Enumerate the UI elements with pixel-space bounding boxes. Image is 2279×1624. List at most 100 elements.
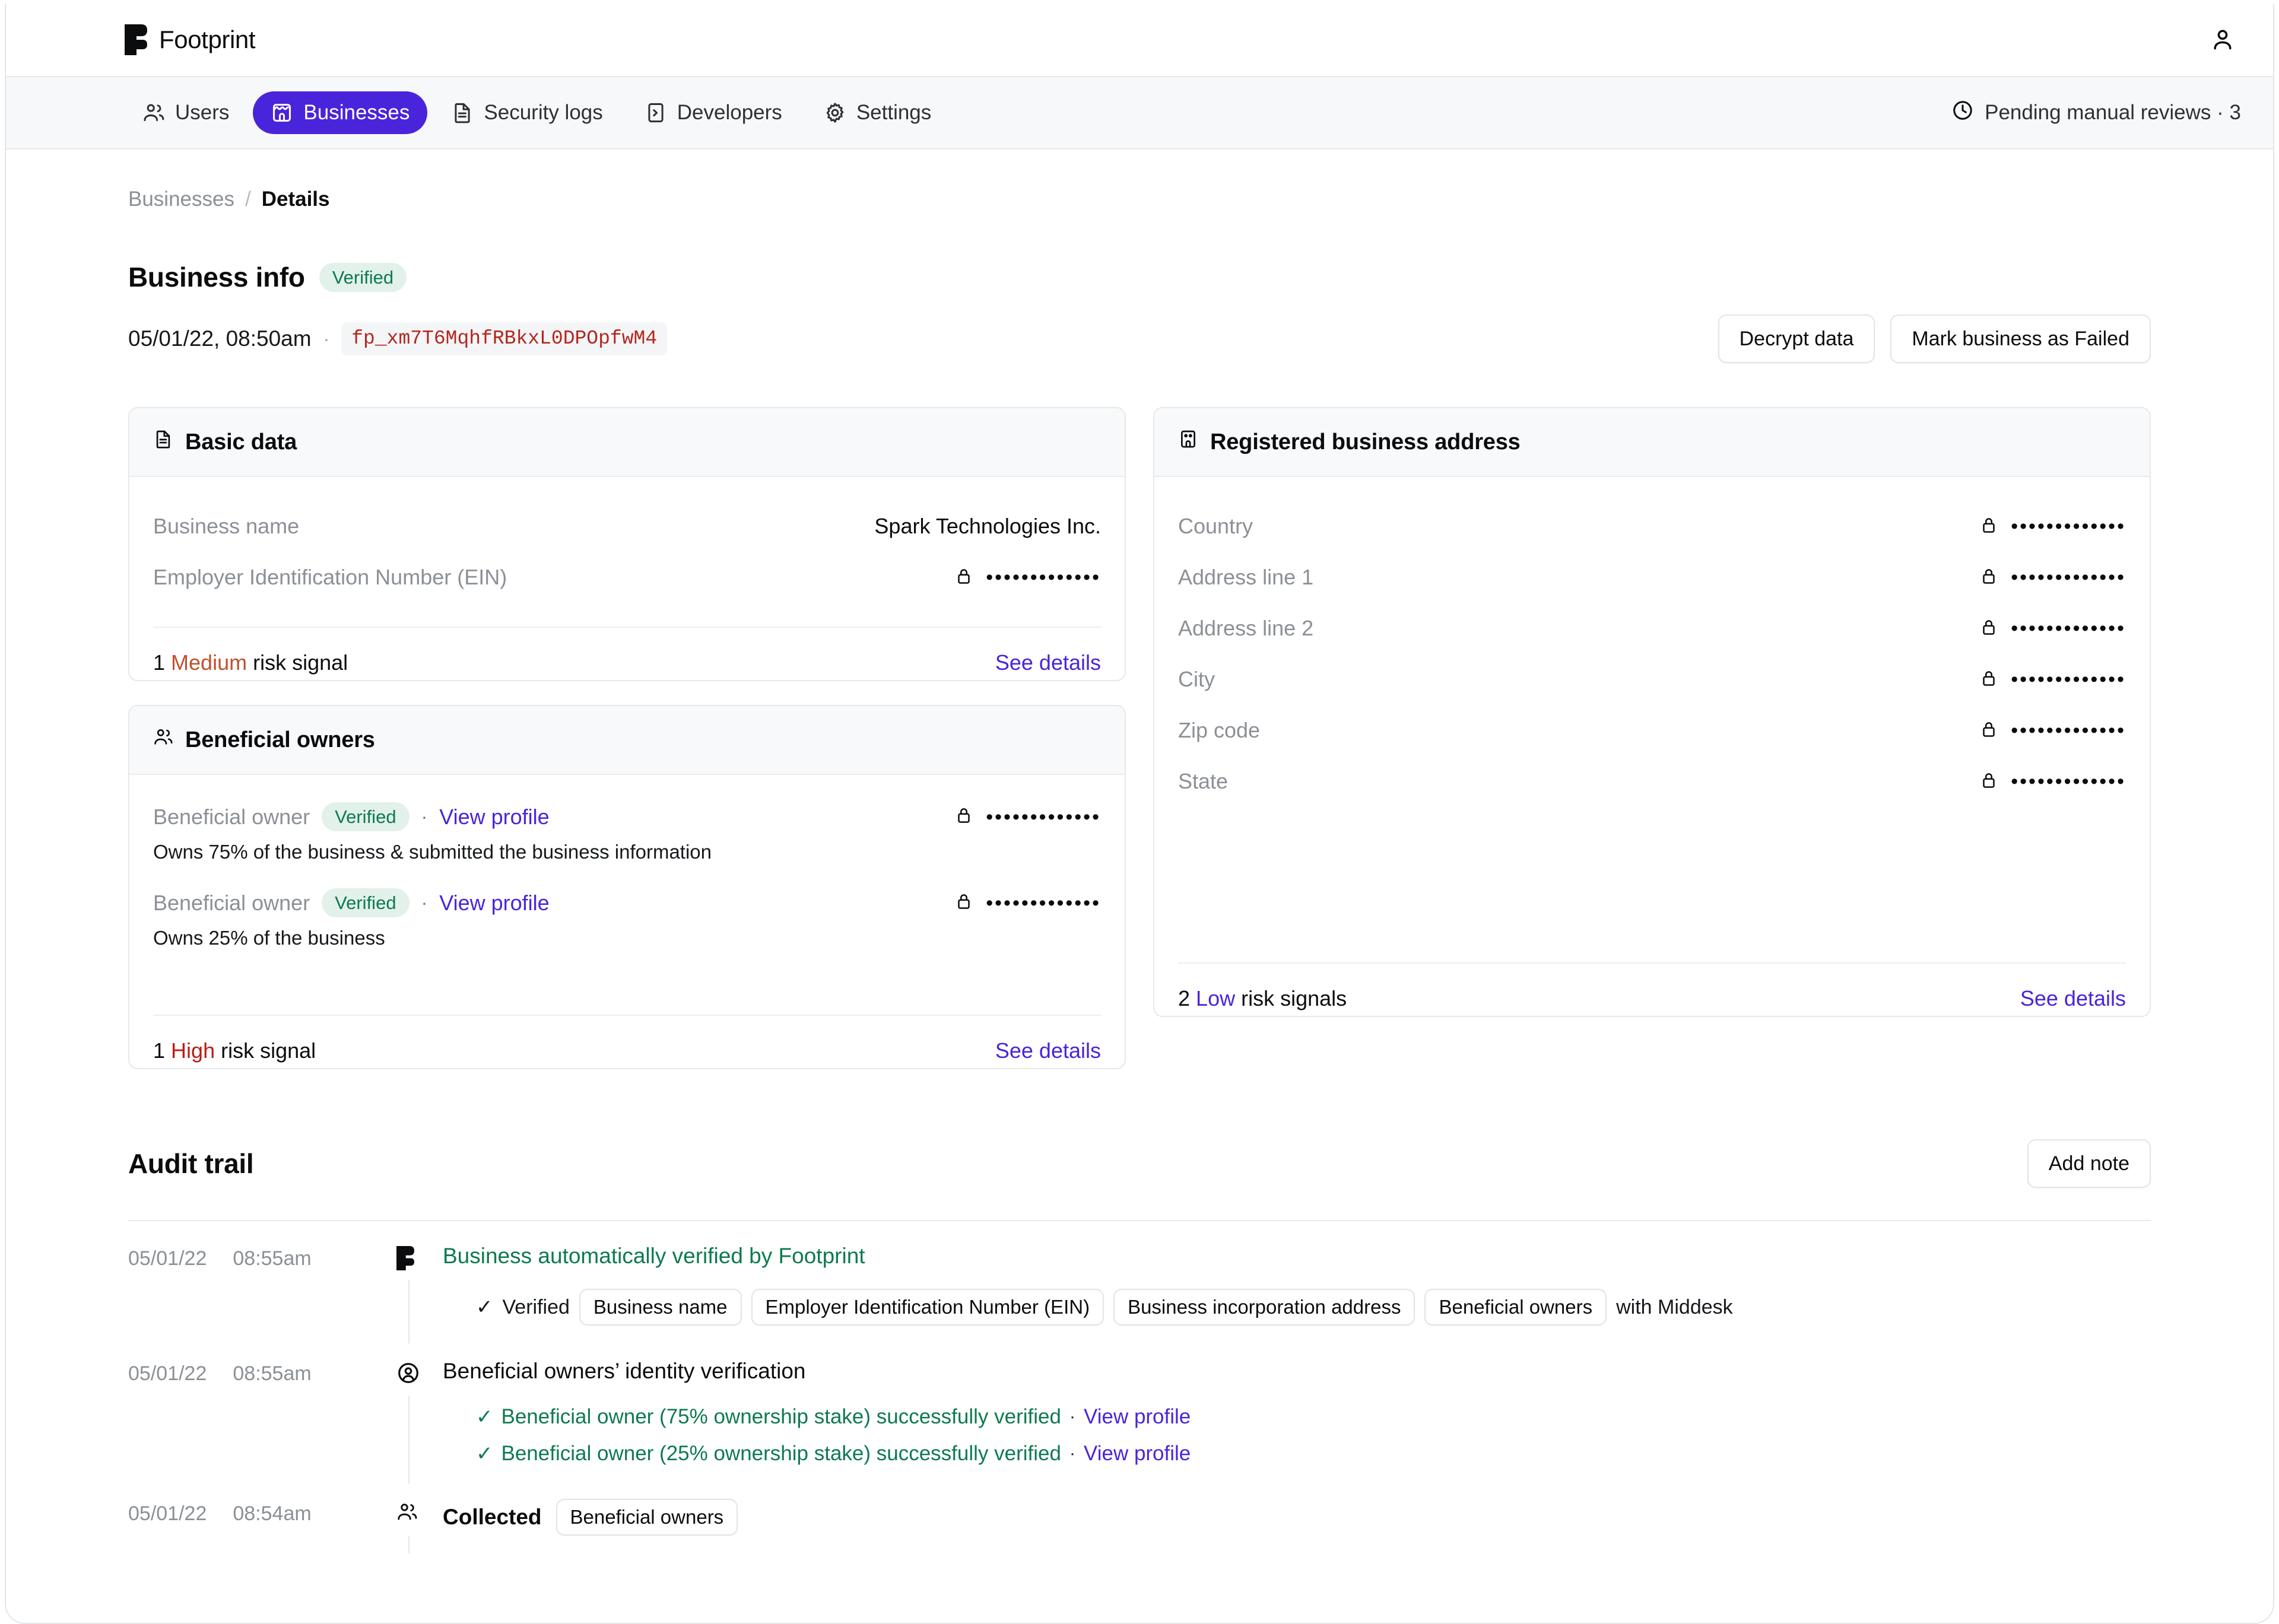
check-icon: ✓ — [476, 1442, 493, 1465]
owner-identity: Beneficial owner Verified · View profile — [153, 802, 550, 831]
nav-item-developers[interactable]: Developers — [627, 91, 800, 134]
field-label: City — [1178, 667, 1215, 691]
lock-icon — [1980, 618, 1998, 639]
see-details-link[interactable]: See details — [995, 650, 1101, 675]
breadcrumb-current: Details — [261, 187, 330, 211]
owner-note: Owns 75% of the business & submitted the… — [153, 841, 712, 863]
nav-item-businesses[interactable]: Businesses — [253, 91, 428, 134]
beneficial-owners-card-header: Beneficial owners — [129, 706, 1125, 775]
lock-icon — [955, 567, 973, 588]
left-column: Basic data Business name Spark Technolog… — [128, 407, 1126, 1069]
user-account-icon[interactable] — [2204, 21, 2241, 58]
encrypted-value[interactable]: ••••••••••••• — [1980, 771, 2126, 792]
check-icon: ✓ — [476, 1406, 493, 1428]
field-state: State ••••••••••••• — [1178, 756, 2126, 807]
attribute-tag[interactable]: Beneficial owners — [1424, 1289, 1607, 1326]
card-title: Basic data — [185, 429, 297, 455]
business-info-header: Business info Verified — [128, 261, 2151, 293]
encrypted-value[interactable]: ••••••••••••• — [1980, 669, 2126, 690]
masked-value: ••••••••••••• — [2011, 719, 2126, 742]
entry-timestamp: 05/01/22 08:55am — [128, 1336, 396, 1476]
encrypted-value[interactable]: ••••••••••••• — [1980, 567, 2126, 588]
attribute-tag[interactable]: Beneficial owners — [556, 1499, 738, 1536]
footprint-id-token[interactable]: fp_xm7T6MqhfRBkxL0DPOpfwM4 — [341, 322, 668, 355]
entry-content: Beneficial owners’ identity verification… — [443, 1336, 2151, 1476]
entry-timestamp: 05/01/22 08:55am — [128, 1221, 396, 1336]
view-profile-link[interactable]: View profile — [1084, 1442, 1191, 1466]
decrypt-data-button[interactable]: Decrypt data — [1718, 314, 1875, 363]
attribute-tag[interactable]: Employer Identification Number (EIN) — [751, 1289, 1104, 1326]
field-label: Employer Identification Number (EIN) — [153, 565, 507, 589]
lock-icon — [1980, 771, 1998, 792]
users-icon — [153, 727, 173, 753]
gear-icon — [824, 101, 846, 124]
owner-label: Beneficial owner — [153, 804, 310, 829]
footprint-logo-icon — [396, 1246, 414, 1336]
add-note-button[interactable]: Add note — [2027, 1139, 2151, 1188]
file-text-icon — [153, 429, 173, 455]
owner-label: Beneficial owner — [153, 890, 310, 915]
owner-identity: Beneficial owner Verified · View profile — [153, 888, 550, 917]
see-details-link[interactable]: See details — [2020, 986, 2126, 1011]
encrypted-value[interactable]: ••••••••••••• — [1980, 720, 2126, 741]
brand[interactable]: Footprint — [125, 24, 256, 55]
subline-separator: · — [1069, 1407, 1075, 1426]
business-timestamp: 05/01/22, 08:50am — [128, 326, 312, 351]
entry-subline: ✓ Beneficial owner (25% ownership stake)… — [476, 1442, 2151, 1466]
encrypted-value[interactable]: ••••••••••••• — [1980, 516, 2126, 537]
card-title: Registered business address — [1210, 429, 1521, 455]
entry-date: 05/01/22 — [128, 1362, 207, 1385]
entry-date: 05/01/22 — [128, 1247, 207, 1270]
lock-icon — [1980, 567, 1998, 588]
breadcrumb-separator: / — [245, 187, 251, 211]
audit-trail-entry: 05/01/22 08:54am Collected Beneficial ow… — [128, 1476, 2151, 1553]
entry-icon-slot — [396, 1336, 443, 1483]
timeline-connector — [408, 1280, 410, 1343]
field-country: Country ••••••••••••• — [1178, 501, 2126, 552]
encrypted-value[interactable]: ••••••••••••• — [955, 806, 1101, 827]
view-profile-link[interactable]: View profile — [439, 891, 549, 916]
entry-time: 08:55am — [233, 1362, 312, 1385]
breadcrumb-parent[interactable]: Businesses — [128, 187, 234, 211]
attribute-tag[interactable]: Business incorporation address — [1113, 1289, 1415, 1326]
entry-date: 05/01/22 — [128, 1502, 207, 1525]
pending-manual-reviews[interactable]: Pending manual reviews · 3 — [1951, 99, 2241, 127]
header-actions: Decrypt data Mark business as Failed — [1718, 314, 2151, 363]
nav-item-security-logs[interactable]: Security logs — [433, 91, 620, 134]
entry-trailing-text: with Middesk — [1616, 1295, 1733, 1318]
field-label: Country — [1178, 514, 1253, 538]
basic-data-card-body: Business name Spark Technologies Inc. Em… — [129, 477, 1125, 627]
field-address-line-1: Address line 1 ••••••••••••• — [1178, 552, 2126, 603]
mark-business-failed-button[interactable]: Mark business as Failed — [1890, 314, 2151, 363]
nav-item-settings[interactable]: Settings — [806, 91, 949, 134]
masked-value: ••••••••••••• — [2011, 668, 2126, 691]
attribute-tag[interactable]: Business name — [579, 1289, 742, 1326]
field-label: Business name — [153, 514, 300, 538]
risk-signal-summary: 2 Low risk signals — [1178, 986, 1347, 1011]
storefront-icon — [271, 101, 293, 124]
breadcrumb: Businesses / Details — [128, 187, 2151, 211]
encrypted-value[interactable]: ••••••••••••• — [955, 567, 1101, 588]
view-profile-link[interactable]: View profile — [439, 805, 549, 830]
masked-value: ••••••••••••• — [2011, 770, 2126, 793]
field-address-line-2: Address line 2 ••••••••••••• — [1178, 603, 2126, 654]
audit-trail-entry: 05/01/22 08:55am Beneficial owners’ iden — [128, 1336, 2151, 1483]
view-profile-link[interactable]: View profile — [1084, 1405, 1191, 1429]
check-icon: ✓ — [476, 1296, 493, 1318]
registered-address-card-body: Country ••••••••••••• Address line 1 •••… — [1154, 477, 2150, 825]
encrypted-value[interactable]: ••••••••••••• — [1980, 618, 2126, 639]
terminal-icon — [645, 101, 667, 124]
see-details-link[interactable]: See details — [995, 1038, 1101, 1063]
field-value: Spark Technologies Inc. — [874, 514, 1101, 538]
risk-suffix: risk signals — [1241, 986, 1347, 1010]
audit-trail-header: Audit trail Add note — [128, 1139, 2151, 1188]
entry-icon-slot — [396, 1476, 443, 1553]
verified-label: Verified — [502, 1295, 570, 1318]
risk-suffix: risk signal — [221, 1038, 316, 1063]
field-zip-code: Zip code ••••••••••••• — [1178, 705, 2126, 756]
risk-signal-summary: 1 High risk signal — [153, 1038, 316, 1063]
nav-item-users[interactable]: Users — [125, 91, 247, 134]
entry-headline: Business automatically verified by Footp… — [443, 1244, 865, 1268]
encrypted-value[interactable]: ••••••••••••• — [955, 892, 1101, 913]
audit-trail-entry: 05/01/22 08:55am Business automatically … — [128, 1221, 2151, 1343]
